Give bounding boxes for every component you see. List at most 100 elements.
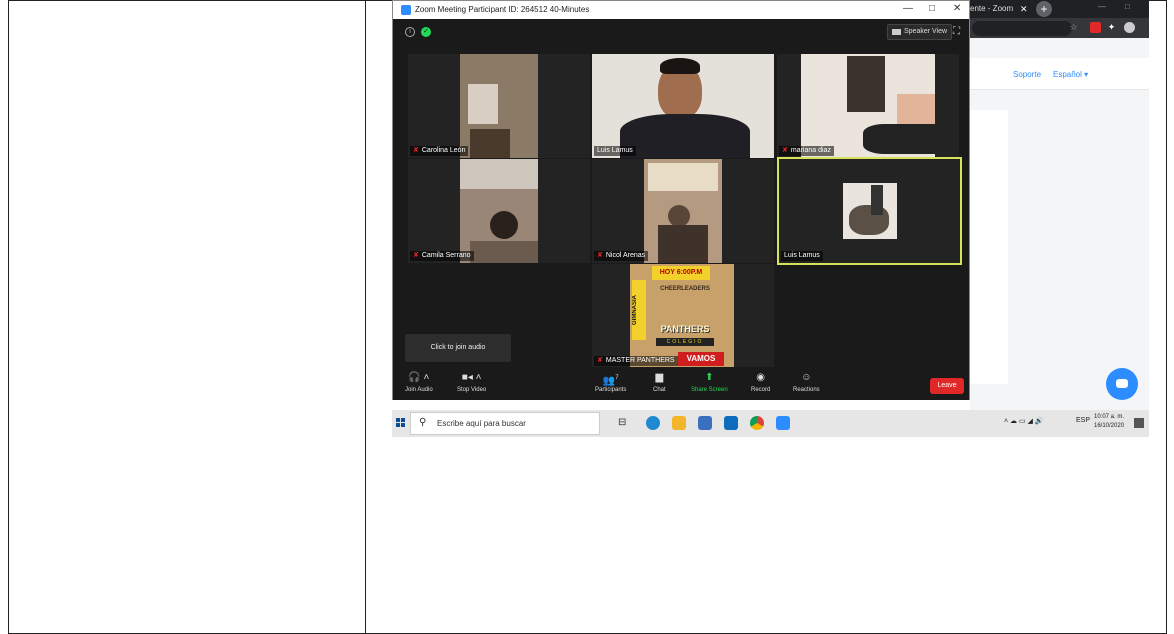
meeting-topbar bbox=[393, 19, 969, 45]
poster-bottom: VAMOS bbox=[678, 352, 724, 366]
legs-shape bbox=[897, 94, 935, 124]
file-explorer-icon[interactable] bbox=[672, 416, 686, 430]
reactions-button[interactable]: ☺ Reactions bbox=[793, 371, 820, 393]
chat-bubble-button[interactable] bbox=[1106, 368, 1138, 400]
hair-shape bbox=[660, 58, 700, 74]
dog-shape bbox=[849, 205, 889, 235]
bookmark-star-icon[interactable]: ☆ bbox=[1068, 22, 1079, 33]
search-icon: ⚲ bbox=[419, 417, 427, 428]
join-audio-tooltip: Click to join audio bbox=[405, 334, 511, 362]
chair-shape bbox=[658, 225, 708, 263]
mail-icon[interactable] bbox=[724, 416, 738, 430]
window-light bbox=[468, 84, 498, 124]
windows-start-icon[interactable] bbox=[396, 418, 406, 428]
share-screen-button[interactable]: ⬆ Share Screen bbox=[691, 371, 728, 393]
taskbar-search-box[interactable]: ⚲ Escribe aquí para buscar bbox=[410, 412, 600, 435]
video-camera-icon: ■◂ ˄ bbox=[461, 372, 482, 383]
info-icon[interactable]: i bbox=[405, 27, 415, 37]
clock-time: 10:07 a. m. bbox=[1094, 414, 1125, 420]
edge-icon[interactable] bbox=[646, 416, 660, 430]
participant-name: ✘ MASTER PANTHERS bbox=[594, 356, 678, 366]
zoom-titlebar: Zoom Meeting Participant ID: 264512 40-M… bbox=[393, 1, 969, 19]
head-shape bbox=[490, 211, 518, 239]
chrome-icon[interactable] bbox=[750, 416, 764, 430]
headphones-icon: 🎧 ˄ bbox=[408, 372, 430, 383]
language-link[interactable]: Español ▾ bbox=[1053, 70, 1088, 79]
participant-name: Luis Lamus bbox=[781, 251, 823, 261]
reactions-icon: ☺ bbox=[801, 372, 812, 383]
video-tile[interactable]: ✘ Camila Serrano bbox=[408, 159, 590, 263]
security-shield-icon[interactable]: ✓ bbox=[421, 27, 431, 37]
muted-mic-icon: ✘ bbox=[597, 252, 603, 259]
fullscreen-icon[interactable]: ⛶ bbox=[953, 26, 960, 38]
language-indicator[interactable]: ESP bbox=[1076, 417, 1090, 424]
video-tile[interactable]: Luis Lamus bbox=[592, 54, 774, 158]
speaker-view-label: Speaker View bbox=[904, 28, 948, 35]
speaker-view-button[interactable]: Speaker View bbox=[887, 24, 953, 40]
participant-name: Luis Lamus bbox=[594, 146, 636, 156]
person-shape bbox=[871, 185, 883, 215]
profile-avatar-icon[interactable] bbox=[1124, 22, 1135, 33]
video-tile[interactable]: ✘ Nicol Arenas bbox=[592, 159, 774, 263]
clock-date: 16/10/2020 bbox=[1094, 423, 1125, 429]
muted-mic-icon: ✘ bbox=[413, 147, 419, 154]
shirt-shape bbox=[620, 114, 750, 158]
store-icon[interactable] bbox=[698, 416, 712, 430]
grid-icon bbox=[892, 29, 901, 35]
taskbar-clock[interactable]: 10:07 a. m. 16/10/2020 bbox=[1094, 413, 1124, 431]
poster-arc-text: CHEERLEADERS bbox=[660, 286, 710, 292]
browser-minimize-icon[interactable]: — bbox=[1098, 2, 1106, 11]
tab-close-icon[interactable]: ✕ bbox=[1020, 2, 1028, 16]
muted-mic-icon: ✘ bbox=[782, 147, 788, 154]
zoom-logo-icon bbox=[401, 5, 411, 15]
leave-button[interactable]: Leave bbox=[930, 378, 964, 394]
poster-sub: COLEGIO bbox=[656, 338, 714, 346]
ceiling-light bbox=[648, 163, 718, 191]
participants-button[interactable]: 👥7 Participants bbox=[595, 371, 626, 393]
chat-button[interactable]: ▆ Chat bbox=[653, 371, 666, 393]
embedded-screenshot: ente - Zoom ✕ + — □ ☆ ✦ Soporte Español … bbox=[392, 0, 1149, 437]
ceiling-shape bbox=[460, 159, 538, 189]
search-placeholder: Escribe aquí para buscar bbox=[437, 419, 526, 428]
stop-video-button[interactable]: ■◂ ˄ Stop Video bbox=[457, 371, 486, 393]
door-shape bbox=[847, 56, 885, 112]
address-bar[interactable] bbox=[972, 21, 1072, 36]
zoom-app-icon[interactable] bbox=[776, 416, 790, 430]
record-button[interactable]: ◉ Record bbox=[751, 371, 770, 393]
maximize-icon[interactable]: □ bbox=[929, 3, 935, 15]
video-tile[interactable]: ✘ mariana diaz bbox=[777, 54, 959, 158]
floor-shape bbox=[470, 241, 538, 263]
video-tile[interactable]: HOY 6:00P.M GIMNASIA CHEERLEADERS PANTHE… bbox=[592, 264, 774, 368]
participant-name: ✘ Nicol Arenas bbox=[594, 251, 649, 261]
person-shape bbox=[863, 124, 935, 154]
minimize-icon[interactable]: — bbox=[903, 3, 913, 15]
task-view-icon[interactable]: ⊟ bbox=[618, 416, 632, 430]
record-icon: ◉ bbox=[756, 372, 766, 383]
poster-brand: PANTHERS bbox=[660, 324, 710, 334]
window-title: Zoom Meeting Participant ID: 264512 40-M… bbox=[415, 5, 590, 14]
share-screen-icon: ⬆ bbox=[705, 372, 714, 383]
browser-tab[interactable]: ente - Zoom bbox=[970, 2, 1013, 16]
support-link[interactable]: Soporte bbox=[1013, 70, 1041, 79]
close-icon[interactable]: ✕ bbox=[953, 3, 961, 15]
extension-icon[interactable] bbox=[1090, 22, 1101, 33]
extensions-puzzle-icon[interactable]: ✦ bbox=[1106, 22, 1117, 33]
participant-name: ✘ mariana diaz bbox=[779, 146, 834, 156]
document-page: ente - Zoom ✕ + — □ ☆ ✦ Soporte Español … bbox=[0, 0, 1174, 634]
video-tile[interactable]: ✘ Carolina León bbox=[408, 54, 590, 158]
notifications-icon[interactable] bbox=[1134, 418, 1144, 428]
active-speaker-tile[interactable]: Luis Lamus bbox=[777, 157, 962, 265]
participant-name: ✘ Camila Serrano bbox=[410, 251, 474, 261]
muted-mic-icon: ✘ bbox=[597, 357, 603, 364]
participant-name: ✘ Carolina León bbox=[410, 146, 469, 156]
browser-maximize-icon[interactable]: □ bbox=[1125, 2, 1130, 11]
zoom-window: Zoom Meeting Participant ID: 264512 40-M… bbox=[392, 0, 970, 400]
chat-bubble-icon bbox=[1116, 379, 1128, 388]
sofa-shape bbox=[470, 129, 510, 158]
system-tray-icons[interactable]: ˄ ☁ ▭ ◢ 🔊 bbox=[1004, 417, 1044, 425]
new-tab-icon[interactable]: + bbox=[1036, 1, 1052, 17]
chat-icon: ▆ bbox=[655, 372, 664, 383]
join-audio-button[interactable]: 🎧 ˄ Join Audio bbox=[405, 371, 433, 393]
head-shape bbox=[668, 205, 690, 227]
table-column-divider bbox=[365, 0, 366, 634]
